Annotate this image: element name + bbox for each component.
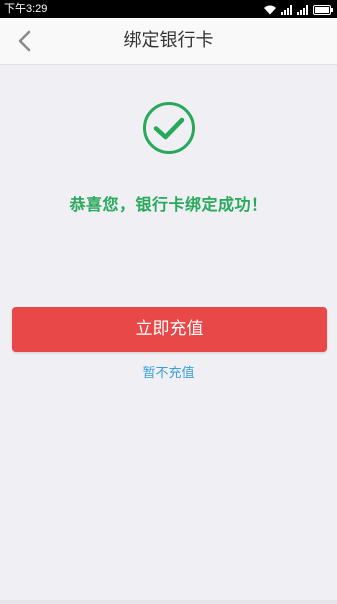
status-icons	[263, 3, 333, 15]
success-message: 恭喜您，银行卡绑定成功！	[69, 195, 268, 214]
chevron-left-icon	[18, 30, 31, 52]
check-circle-icon	[143, 102, 195, 154]
status-time: 下午3:29	[4, 3, 48, 15]
signal-icon	[281, 5, 292, 15]
battery-icon	[313, 5, 333, 15]
recharge-now-button[interactable]: 立即充值	[12, 307, 327, 352]
wifi-icon	[264, 5, 276, 15]
skip-recharge-link[interactable]: 暂不充值	[142, 366, 194, 381]
status-bar: 下午3:29	[0, 0, 337, 18]
skip-recharge-row: 暂不充值	[0, 362, 337, 381]
bottom-edge	[0, 600, 337, 604]
page-title: 绑定银行卡	[123, 30, 214, 51]
nav-bar: 绑定银行卡	[0, 18, 337, 65]
back-button[interactable]	[8, 24, 40, 58]
signal-icon	[297, 5, 308, 15]
